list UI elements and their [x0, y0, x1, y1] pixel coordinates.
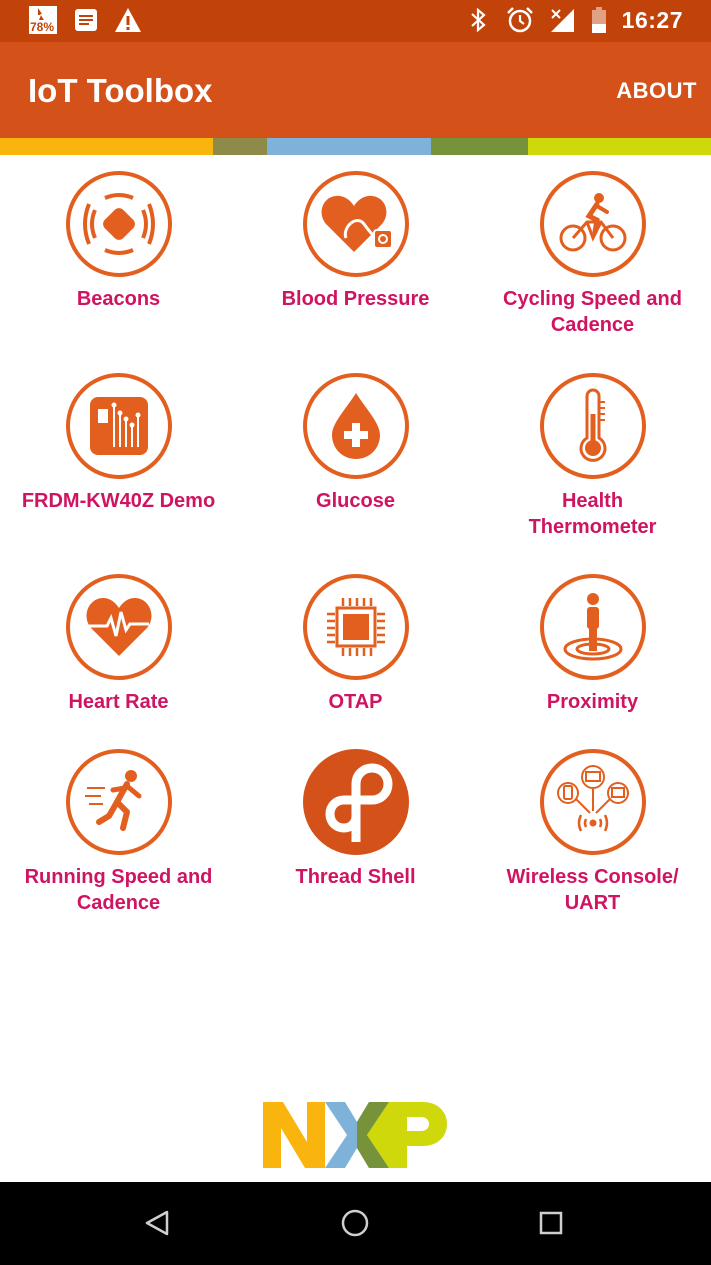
- warning-icon: [114, 6, 142, 34]
- battery-saver-icon: 78%: [28, 6, 58, 34]
- status-bar: 78% 16:27: [0, 0, 711, 42]
- status-time: 16:27: [621, 6, 683, 33]
- tile-label: Cycling Speed and Cadence: [474, 286, 711, 338]
- tile-label: Health Thermometer: [474, 488, 711, 540]
- tile-heart-rate[interactable]: Heart Rate: [0, 574, 237, 724]
- tile-cycling-speed-cadence[interactable]: Cycling Speed and Cadence: [474, 171, 711, 341]
- tile-label-line: Glucose: [316, 490, 395, 512]
- tile-health-thermometer[interactable]: Health Thermometer: [474, 373, 711, 543]
- tile-label-line: FRDM-KW40Z Demo: [21, 490, 216, 512]
- tile-label-line: Cadence: [76, 892, 161, 914]
- thermometer-icon: [540, 373, 646, 479]
- app-title: IoT Toolbox: [28, 72, 213, 109]
- nxp-logo-mark: [263, 1102, 447, 1168]
- tile-label-line: Beacons: [76, 288, 161, 310]
- nxp-logo: [263, 1102, 447, 1168]
- tile-label: FRDM-KW40Z Demo: [0, 488, 237, 514]
- tile-glucose[interactable]: Glucose: [237, 373, 474, 543]
- status-bar-system: 16:27: [464, 6, 683, 34]
- app-bar: IoT Toolbox ABOUT: [0, 42, 711, 138]
- tile-thread-shell[interactable]: Thread Shell: [237, 749, 474, 919]
- stripe-segment: [431, 138, 528, 155]
- tile-label: Thread Shell: [237, 864, 474, 890]
- blood-pressure-icon: [303, 171, 409, 277]
- tile-label-line: Cadence: [550, 314, 635, 336]
- tile-label: Running Speed and Cadence: [0, 864, 237, 916]
- tile-label-line: Thermometer: [528, 516, 657, 538]
- bluetooth-icon: [464, 6, 492, 34]
- tile-running-speed-cadence[interactable]: Running Speed and Cadence: [0, 749, 237, 919]
- notes-icon: [72, 6, 100, 34]
- thread-logo-icon: [303, 749, 409, 855]
- back-icon[interactable]: [138, 1203, 178, 1243]
- board-chip-icon: [66, 373, 172, 479]
- stripe-segment: [267, 138, 431, 155]
- about-button[interactable]: ABOUT: [616, 78, 697, 104]
- tile-label-line: Wireless Console/: [506, 866, 679, 888]
- tile-proximity[interactable]: Proximity: [474, 574, 711, 724]
- status-bar-notifications: 78%: [28, 6, 142, 34]
- stripe-segment: [0, 138, 213, 155]
- tile-label-line: Heart Rate: [68, 691, 169, 713]
- tile-label: Blood Pressure: [237, 286, 474, 312]
- alarm-icon: [506, 6, 534, 34]
- tile-label-line: Cycling Speed and: [503, 288, 682, 310]
- tile-label: Glucose: [237, 488, 474, 514]
- tile-label-line: Thread Shell: [295, 866, 416, 888]
- blood-drop-icon: [303, 373, 409, 479]
- tile-label: Wireless Console/ UART: [474, 864, 711, 916]
- cyclist-icon: [540, 171, 646, 277]
- tile-label: Beacons: [0, 286, 237, 312]
- tile-label-line: Proximity: [546, 691, 639, 713]
- tile-frdm-kw40z-demo[interactable]: FRDM-KW40Z Demo: [0, 373, 237, 543]
- tile-beacons[interactable]: Beacons: [0, 171, 237, 341]
- tile-label: Heart Rate: [0, 689, 237, 715]
- brand-color-stripe: [0, 138, 711, 155]
- tile-label-line: UART: [564, 892, 621, 914]
- wireless-devices-icon: [540, 749, 646, 855]
- heart-pulse-icon: [66, 574, 172, 680]
- tile-label-line: OTAP: [328, 691, 383, 713]
- home-icon[interactable]: [335, 1203, 375, 1243]
- person-proximity-icon: [540, 574, 646, 680]
- processor-icon: [303, 574, 409, 680]
- signal-icon: [548, 6, 576, 34]
- tile-blood-pressure[interactable]: Blood Pressure: [237, 171, 474, 341]
- tile-label-line: Health: [561, 490, 624, 512]
- stripe-segment: [528, 138, 711, 155]
- stripe-segment: [213, 138, 267, 155]
- tile-label-line: Blood Pressure: [281, 288, 430, 310]
- runner-icon: [66, 749, 172, 855]
- tile-label: OTAP: [237, 689, 474, 715]
- tile-wireless-console-uart[interactable]: Wireless Console/ UART: [474, 749, 711, 919]
- beacon-icon: [66, 171, 172, 277]
- battery-icon: [590, 6, 608, 34]
- tile-otap[interactable]: OTAP: [237, 574, 474, 724]
- tile-label-line: Running Speed and: [24, 866, 213, 888]
- tile-label: Proximity: [474, 689, 711, 715]
- recents-icon[interactable]: [531, 1203, 571, 1243]
- system-navigation-bar: [0, 1182, 711, 1265]
- battery-saver-badge: 78%: [30, 20, 55, 34]
